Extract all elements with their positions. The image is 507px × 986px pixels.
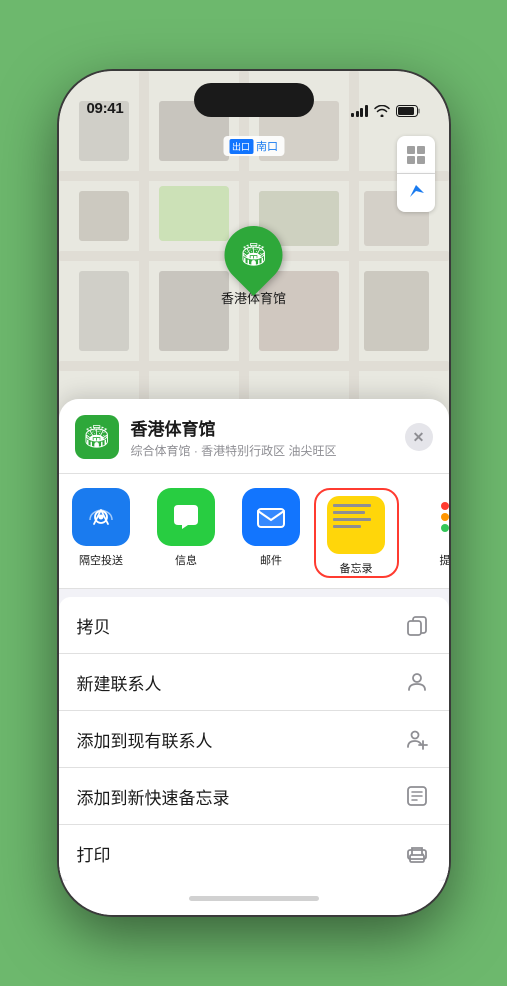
pin-circle: 🏟	[212, 214, 294, 296]
action-copy[interactable]: 拷贝	[59, 597, 449, 654]
location-button[interactable]	[397, 174, 435, 212]
quick-note-icon	[403, 782, 431, 810]
bottom-sheet: 🏟 香港体育馆 综合体育馆 · 香港特别行政区 油尖旺区 ✕	[59, 399, 449, 915]
close-icon: ✕	[413, 429, 425, 446]
person-add-svg	[405, 727, 429, 751]
share-item-notes[interactable]: 备忘录	[314, 488, 399, 578]
phone-frame: 09:41	[59, 71, 449, 915]
notes-line-3	[333, 518, 371, 521]
venue-icon: 🏟	[75, 415, 119, 459]
print-icon	[403, 839, 431, 867]
stadium-icon: 🏟	[240, 242, 268, 268]
status-icons	[351, 105, 421, 117]
status-time: 09:41	[87, 100, 124, 117]
print-svg	[405, 841, 429, 865]
map-controls	[397, 136, 435, 212]
notes-line-1	[333, 504, 371, 507]
copy-svg	[406, 613, 428, 637]
action-quick-note[interactable]: 添加到新快速备忘录	[59, 768, 449, 825]
action-list: 拷贝 新建联系人	[59, 597, 449, 881]
venue-name: 香港体育馆	[131, 415, 393, 440]
map-type-icon	[406, 145, 426, 165]
messages-icon	[157, 488, 215, 546]
dynamic-island	[194, 83, 314, 117]
share-item-mail[interactable]: 邮件	[229, 488, 314, 568]
location-arrow-icon	[407, 184, 425, 202]
location-pin[interactable]: 🏟 香港体育馆	[221, 226, 286, 307]
close-button[interactable]: ✕	[405, 423, 433, 451]
signal-bars	[351, 105, 368, 117]
share-item-airdrop[interactable]: 隔空投送	[59, 488, 144, 568]
messages-svg	[170, 501, 202, 533]
share-item-more[interactable]: 提	[403, 488, 449, 568]
mail-icon	[242, 488, 300, 546]
more-label: 提	[440, 552, 449, 568]
map-label-badge: 出口 南口	[223, 136, 284, 156]
map-label-prefix: 出口	[229, 139, 253, 154]
notes-label: 备忘录	[340, 560, 373, 576]
notes-icon	[327, 496, 385, 554]
action-print[interactable]: 打印	[59, 825, 449, 881]
action-add-contact-label: 添加到现有联系人	[77, 727, 213, 752]
map-type-button[interactable]	[397, 136, 435, 174]
wifi-icon	[374, 105, 390, 117]
mail-label: 邮件	[260, 552, 282, 568]
airdrop-icon	[72, 488, 130, 546]
messages-label: 信息	[175, 552, 197, 568]
signal-bar-3	[360, 108, 363, 117]
copy-icon	[403, 611, 431, 639]
person-svg	[405, 670, 429, 694]
home-bar	[189, 896, 319, 901]
venue-info: 香港体育馆 综合体育馆 · 香港特别行政区 油尖旺区	[131, 415, 393, 459]
signal-bar-1	[351, 113, 354, 117]
venue-subtitle: 综合体育馆 · 香港特别行政区 油尖旺区	[131, 442, 393, 459]
phone-screen: 09:41	[59, 71, 449, 915]
airdrop-label: 隔空投送	[79, 552, 123, 568]
action-print-label: 打印	[77, 841, 111, 866]
notes-line-4	[333, 525, 361, 528]
notes-line-2	[333, 511, 365, 514]
note-svg	[405, 784, 429, 808]
add-contact-icon	[403, 725, 431, 753]
action-quick-note-label: 添加到新快速备忘录	[77, 784, 230, 809]
airdrop-svg	[86, 502, 116, 532]
mail-svg	[255, 501, 287, 533]
action-add-contact[interactable]: 添加到现有联系人	[59, 711, 449, 768]
action-new-contact[interactable]: 新建联系人	[59, 654, 449, 711]
map-label-text: 南口	[256, 138, 278, 154]
share-item-messages[interactable]: 信息	[144, 488, 229, 568]
home-indicator	[59, 881, 449, 915]
signal-bar-4	[365, 105, 368, 117]
battery-icon	[396, 105, 421, 117]
new-contact-icon	[403, 668, 431, 696]
venue-icon-emoji: 🏟	[83, 424, 111, 450]
sheet-header: 🏟 香港体育馆 综合体育馆 · 香港特别行政区 油尖旺区 ✕	[59, 399, 449, 474]
more-icon	[416, 488, 449, 546]
action-new-contact-label: 新建联系人	[77, 670, 162, 695]
share-row: 隔空投送 信息	[59, 474, 449, 589]
signal-bar-2	[356, 111, 359, 117]
action-copy-label: 拷贝	[77, 613, 111, 638]
